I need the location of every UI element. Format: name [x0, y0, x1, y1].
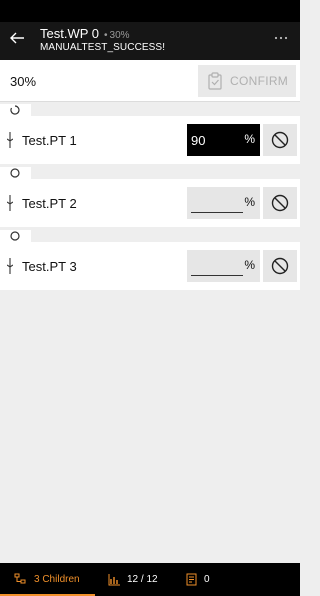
row-name: Test.PT 3: [22, 259, 77, 274]
percent-input[interactable]: %: [187, 187, 260, 219]
row-name: Test.PT 2: [22, 196, 77, 211]
tree-node-icon: [7, 195, 13, 211]
tree-node-icon: [7, 258, 13, 274]
bar-chart-icon: [108, 574, 120, 586]
row-name: Test.PT 1: [22, 133, 77, 148]
status-tag: [0, 104, 31, 116]
row-body[interactable]: Test.PT 2 %: [0, 179, 300, 227]
confirm-button[interactable]: CONFIRM: [198, 65, 296, 97]
percent-field[interactable]: [191, 258, 241, 274]
percent-field[interactable]: [191, 132, 241, 148]
tab-progress-label: 12 / 12: [127, 574, 158, 585]
skip-button[interactable]: [263, 250, 297, 282]
status-tag: [0, 230, 31, 242]
tab-notes[interactable]: 0: [175, 563, 235, 596]
progress-bar: 30% CONFIRM: [0, 60, 300, 102]
percent-input[interactable]: %: [187, 124, 260, 156]
circle-icon: [10, 231, 20, 241]
input-underline: [191, 212, 243, 213]
bottom-nav: 3 Children 12 / 12 0: [0, 563, 300, 596]
confirm-label: CONFIRM: [230, 74, 289, 88]
status-bar: [0, 0, 300, 22]
percent-unit: %: [244, 258, 255, 272]
tree-node-icon: [7, 132, 13, 148]
status-tag: [0, 167, 31, 179]
page-title: Test.WP 0: [40, 26, 100, 41]
arrow-left-icon[interactable]: [8, 29, 26, 47]
document-icon: [186, 573, 197, 586]
block-icon: [271, 257, 289, 275]
percent-unit: %: [244, 132, 255, 146]
block-icon: [271, 131, 289, 149]
title-percent: 30%: [109, 30, 130, 41]
block-icon: [271, 194, 289, 212]
percent-field[interactable]: [191, 195, 241, 211]
skip-button[interactable]: [263, 187, 297, 219]
list-item: Test.PT 1 %: [0, 104, 300, 166]
more-dots-icon[interactable]: [274, 36, 288, 40]
percent-unit: %: [244, 195, 255, 209]
app-header: Test.WP 0 • 30% MANUALTEST_SUCCESS!: [0, 22, 300, 60]
title-separator: •: [104, 30, 108, 41]
page-subtitle: MANUALTEST_SUCCESS!: [40, 42, 166, 53]
row-body[interactable]: Test.PT 1 %: [0, 116, 300, 164]
hierarchy-icon: [14, 573, 26, 584]
loading-icon: [10, 105, 20, 115]
progress-value: 30%: [10, 74, 37, 89]
circle-icon: [10, 168, 20, 178]
row-body[interactable]: Test.PT 3 %: [0, 242, 300, 290]
tab-notes-label: 0: [204, 574, 210, 585]
list-item: Test.PT 3 %: [0, 230, 300, 292]
input-underline: [191, 275, 243, 276]
tab-progress[interactable]: 12 / 12: [95, 563, 175, 596]
skip-button[interactable]: [263, 124, 297, 156]
tab-children[interactable]: 3 Children: [0, 563, 95, 596]
percent-input[interactable]: %: [187, 250, 260, 282]
clipboard-check-icon: [208, 72, 222, 90]
tab-children-label: 3 Children: [34, 574, 80, 585]
title-line: Test.WP 0 • 30%: [40, 27, 130, 43]
list-item: Test.PT 2 %: [0, 167, 300, 229]
